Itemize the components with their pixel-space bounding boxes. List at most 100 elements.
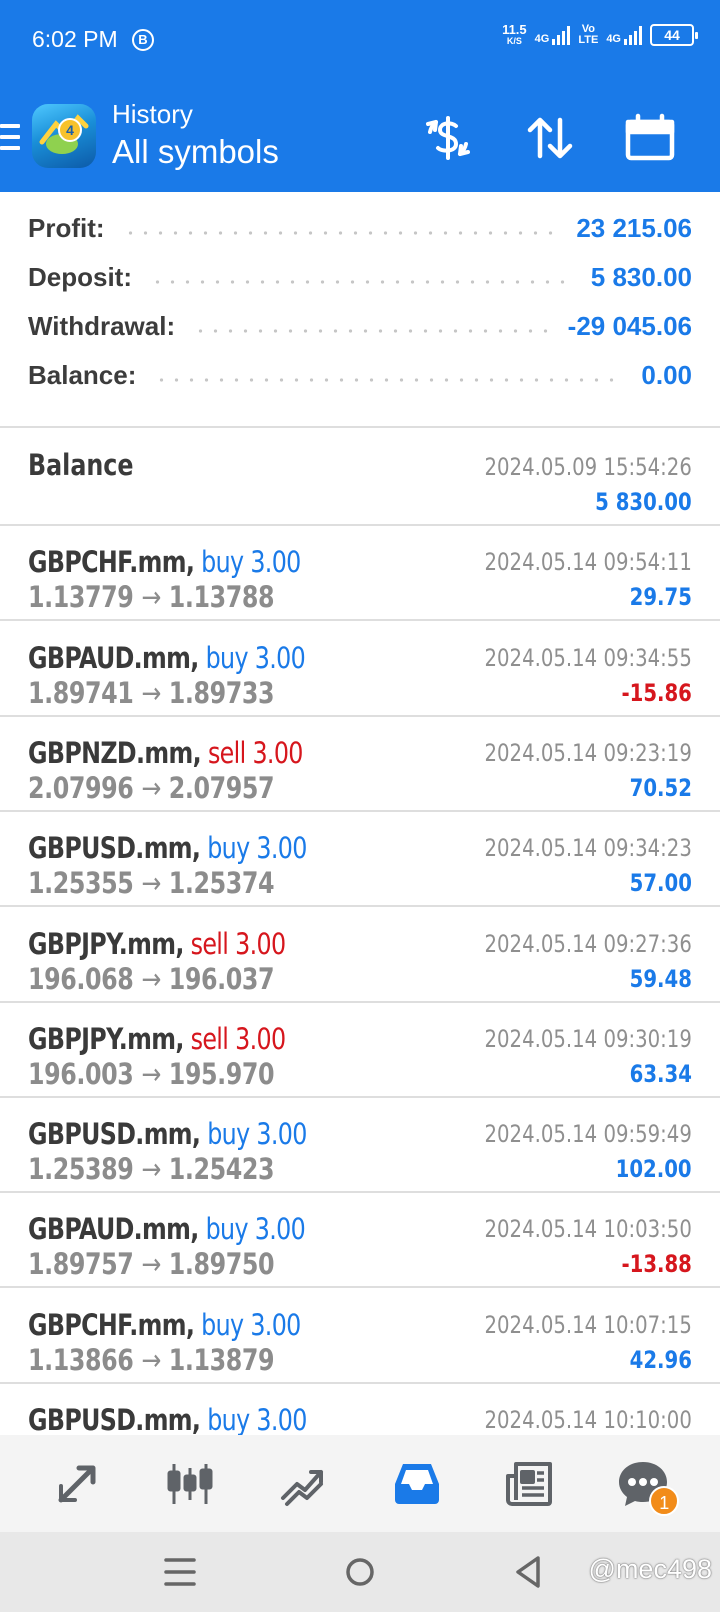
balance-value: 0.00 [641, 359, 692, 390]
home-icon[interactable] [338, 1550, 382, 1594]
news-icon[interactable] [500, 1454, 560, 1514]
trade-symbol: GBPCHF.mm, [28, 1308, 195, 1342]
app-header: 6:02 PM B 11.5 K/S 4G Vo LTE 4G 44 4 His… [0, 0, 720, 192]
trade-time: 2024.05.14 10:10:00 [484, 1406, 692, 1434]
trade-profit: 57.00 [629, 869, 692, 897]
metatrader-logo[interactable]: 4 [32, 104, 96, 168]
calendar-icon[interactable] [622, 110, 678, 166]
trade-time: 2024.05.14 09:23:19 [484, 739, 692, 767]
trade-close-price: 196.037 [168, 962, 275, 996]
price-arrow-icon: → [141, 580, 161, 614]
trade-row[interactable]: GBPJPY.mm, sell 3.00 196.003 → 195.970 202… [0, 1000, 720, 1098]
watermark: @mec498 [588, 1554, 712, 1584]
trade-profit: 59.48 [629, 965, 692, 993]
deposit-label: Deposit: [28, 261, 132, 292]
trade-symbol: GBPJPY.mm, [28, 927, 184, 961]
chart-icon[interactable] [160, 1454, 220, 1514]
dotted-leader [122, 230, 559, 236]
trade-side-volume: buy 3.00 [205, 641, 306, 675]
system-navigation-bar: @mec498 [0, 1532, 720, 1612]
trade-row[interactable]: GBPCHF.mm, buy 3.00 1.13779 → 1.13788 2024… [0, 523, 720, 621]
trade-prices: 196.068 → 196.037 [28, 962, 275, 996]
trade-row[interactable]: GBPUSD.mm, buy 3.00 → 2024.05.14 10:10:0… [0, 1381, 720, 1435]
section-title: History [112, 99, 193, 129]
trade-close-price: 1.13879 [168, 1343, 275, 1377]
trade-prices: 1.25355 → 1.25374 [28, 866, 275, 900]
trade-title: GBPJPY.mm, sell 3.00 [28, 927, 286, 961]
trade-profit: 42.96 [629, 1346, 692, 1374]
trade-open-price: 1.89741 [28, 676, 134, 710]
trade-open-price: 196.003 [28, 1057, 134, 1091]
balance-entry-amount: 5 830.00 [595, 488, 692, 516]
trade-symbol: GBPAUD.mm, [28, 1212, 199, 1246]
trade-title: GBPAUD.mm, buy 3.00 [28, 1212, 306, 1246]
balance-entry-time: 2024.05.09 15:54:26 [484, 453, 692, 481]
trade-row[interactable]: GBPNZD.mm, sell 3.00 2.07996 → 2.07957 202… [0, 714, 720, 812]
trade-title: GBPCHF.mm, buy 3.00 [28, 1308, 301, 1342]
trade-time: 2024.05.14 09:54:11 [484, 548, 692, 576]
history-list[interactable]: Balance 2024.05.09 15:54:26 5 830.00 GBP… [0, 428, 720, 1435]
trade-row[interactable]: GBPUSD.mm, buy 3.00 1.25355 → 1.25374 2024… [0, 809, 720, 907]
symbol-filter[interactable]: All symbols [112, 133, 279, 171]
trade-profit: 70.52 [629, 774, 692, 802]
withdrawal-label: Withdrawal: [28, 310, 176, 341]
trade-time: 2024.05.14 10:07:15 [484, 1311, 692, 1339]
dotted-leader [150, 279, 573, 285]
trade-symbol: GBPNZD.mm, [28, 736, 202, 770]
price-arrow-icon: → [141, 1152, 161, 1186]
quotes-icon[interactable] [47, 1454, 107, 1514]
trade-prices: 1.13866 → 1.13879 [28, 1343, 275, 1377]
trade-prices: 1.89741 → 1.89733 [28, 676, 275, 710]
currency-exchange-icon[interactable] [420, 110, 476, 166]
trade-prices: 1.13779 → 1.13788 [28, 580, 275, 614]
trade-symbol: GBPAUD.mm, [28, 641, 199, 675]
trade-side-volume: buy 3.00 [205, 1212, 306, 1246]
trade-title: GBPAUD.mm, buy 3.00 [28, 641, 306, 675]
volte-icon: Vo LTE [578, 24, 598, 46]
balance-entry[interactable]: Balance 2024.05.09 15:54:26 5 830.00 [0, 428, 720, 526]
trade-icon[interactable] [273, 1454, 333, 1514]
messages-icon[interactable]: 1 [613, 1454, 680, 1516]
menu-icon[interactable] [0, 124, 20, 150]
sort-icon[interactable] [522, 110, 578, 166]
trade-open-price: 1.89757 [28, 1247, 134, 1281]
trade-title: GBPJPY.mm, sell 3.00 [28, 1022, 286, 1056]
trade-open-price: 2.07996 [28, 771, 134, 805]
summary-panel: Profit: 23 215.06 Deposit: 5 830.00 With… [0, 192, 720, 428]
trade-row[interactable]: GBPUSD.mm, buy 3.00 1.25389 → 1.25423 2024… [0, 1095, 720, 1193]
price-arrow-icon: → [141, 1247, 161, 1281]
trade-profit: 102.00 [616, 1155, 692, 1183]
trade-profit: 63.34 [629, 1060, 692, 1088]
b-notification-icon: B [132, 29, 154, 51]
summary-row-balance: Balance: 0.00 [28, 355, 692, 395]
trade-side-volume: sell 3.00 [190, 1022, 286, 1056]
trade-time: 2024.05.14 09:59:49 [484, 1120, 692, 1148]
trade-row[interactable]: GBPJPY.mm, sell 3.00 196.068 → 196.037 202… [0, 905, 720, 1003]
balance-entry-title: Balance [28, 448, 134, 482]
sim1-label: 4G [534, 33, 550, 45]
trade-open-price: 196.068 [28, 962, 134, 996]
summary-row-deposit: Deposit: 5 830.00 [28, 257, 692, 297]
recent-apps-icon[interactable] [158, 1550, 202, 1594]
trade-open-price: 1.13779 [28, 580, 134, 614]
status-time: 6:02 PM [32, 26, 118, 52]
trade-close-price: 1.89750 [168, 1247, 275, 1281]
history-icon[interactable] [387, 1454, 447, 1514]
trade-row[interactable]: GBPCHF.mm, buy 3.00 1.13866 → 1.13879 2024… [0, 1286, 720, 1384]
trade-title: GBPUSD.mm, buy 3.00 [28, 831, 307, 865]
price-arrow-icon: → [141, 866, 161, 900]
trade-profit: -15.86 [621, 679, 692, 707]
deposit-value: 5 830.00 [590, 261, 692, 292]
summary-row-withdrawal: Withdrawal: -29 045.06 [28, 306, 692, 346]
price-arrow-icon: → [141, 771, 161, 805]
trade-row[interactable]: GBPAUD.mm, buy 3.00 1.89741 → 1.89733 2024… [0, 619, 720, 717]
network-speed-unit: K/S [506, 36, 522, 46]
trade-close-price: 1.25423 [168, 1152, 275, 1186]
trade-symbol: GBPUSD.mm, [28, 831, 201, 865]
trade-open-price: 1.25389 [28, 1152, 134, 1186]
trade-row[interactable]: GBPAUD.mm, buy 3.00 1.89757 → 1.89750 2024… [0, 1190, 720, 1288]
trade-side-volume: buy 3.00 [207, 1403, 307, 1435]
trade-side-volume: buy 3.00 [201, 1308, 301, 1342]
back-icon[interactable] [508, 1550, 552, 1594]
trade-prices: 1.89757 → 1.89750 [28, 1247, 275, 1281]
